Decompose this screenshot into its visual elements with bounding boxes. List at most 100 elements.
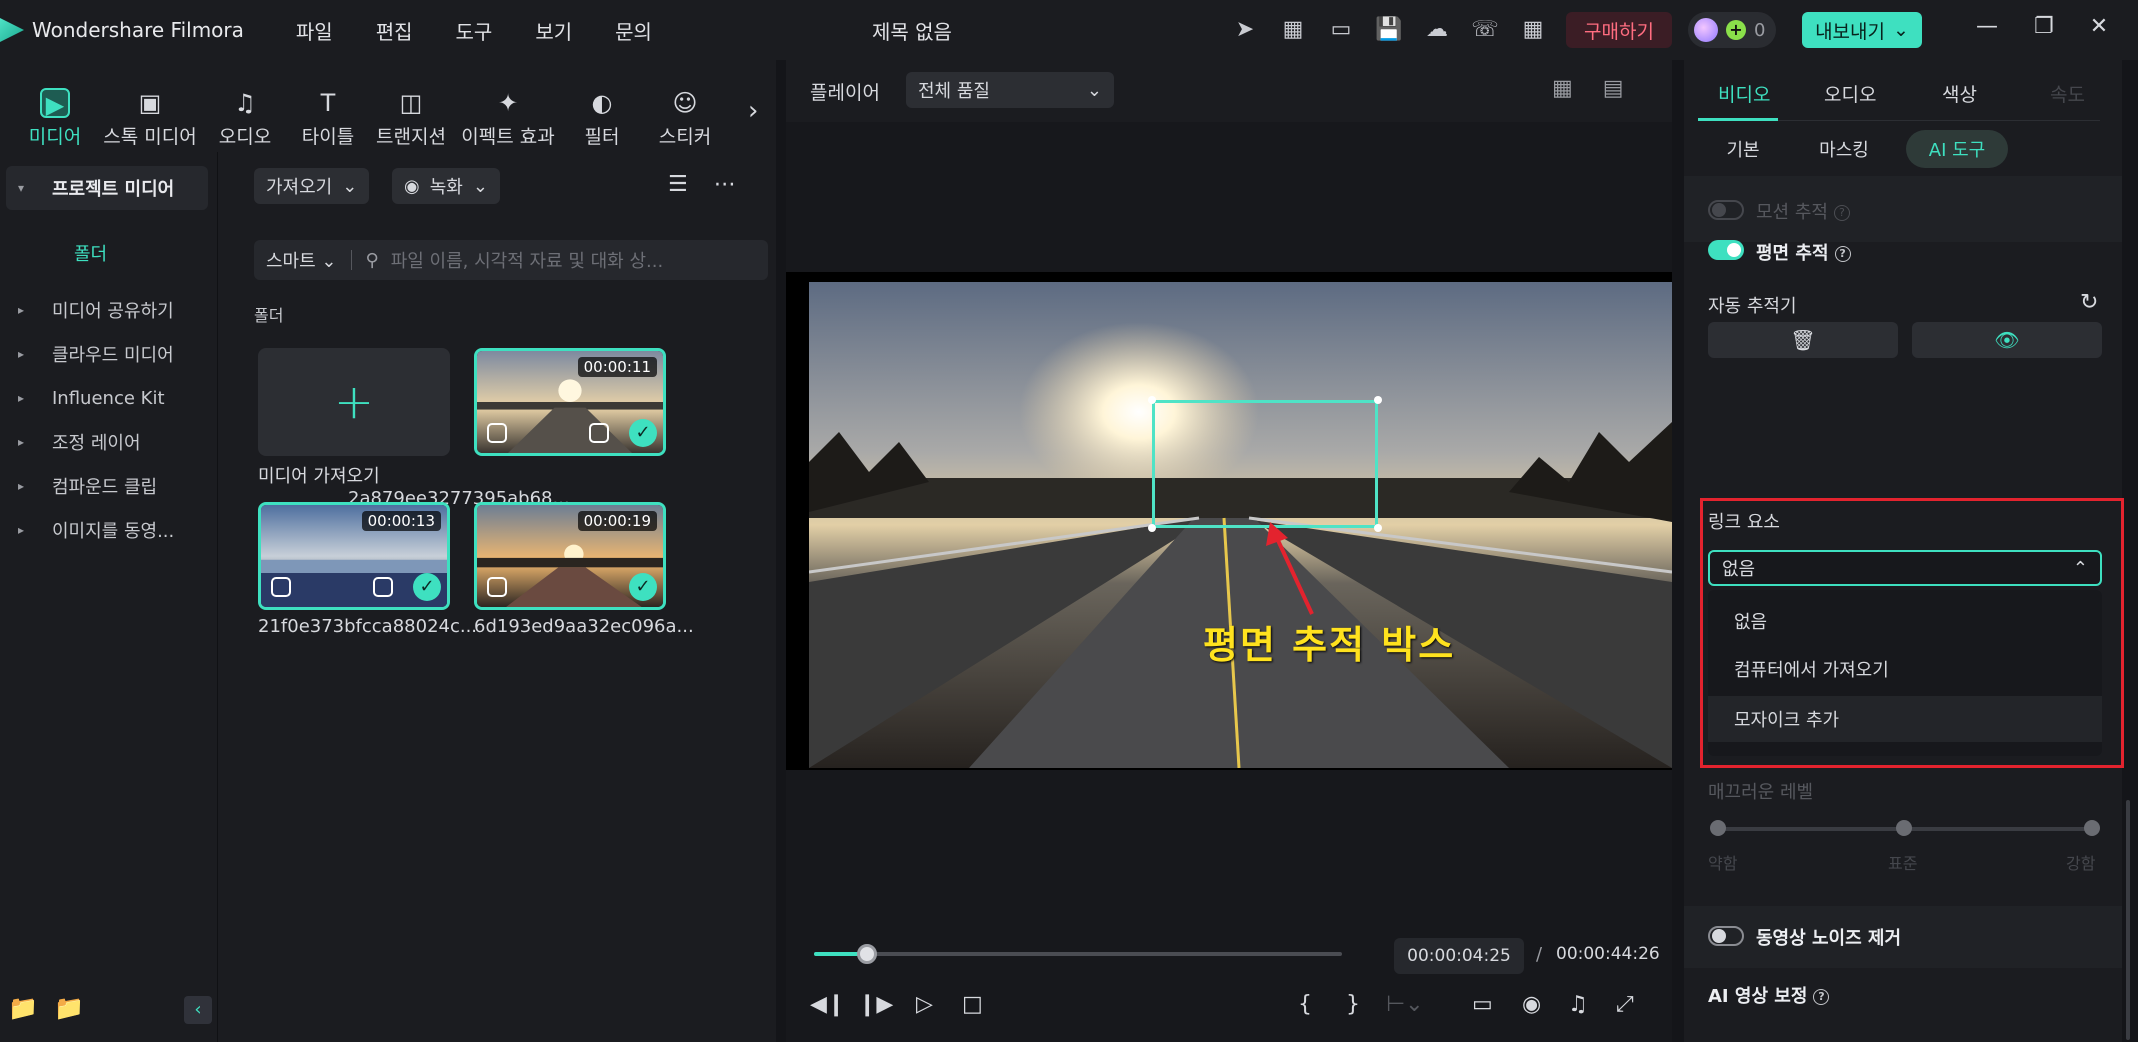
apps-grid-icon[interactable]: ▦ <box>1518 14 1548 44</box>
menu-file[interactable]: 파일 <box>296 16 333 45</box>
tab-transitions[interactable]: ◫ 트랜지션 <box>374 88 448 149</box>
tracking-corner-handle[interactable] <box>1374 524 1382 532</box>
tab-speed[interactable]: 속도 <box>2050 80 2085 107</box>
step-forward-icon[interactable]: ❙▶ <box>858 992 893 1017</box>
tracking-corner-handle[interactable] <box>1148 396 1156 404</box>
credits-badge[interactable]: + 0 <box>1688 12 1776 48</box>
help-icon[interactable]: ? <box>1833 205 1850 221</box>
tab-audio[interactable]: 오디오 <box>1824 80 1876 107</box>
sidebar-item-folder[interactable]: 폴더 <box>74 240 107 266</box>
media-clip-thumb[interactable]: 00:00:13 ✓ <box>258 502 450 610</box>
export-button[interactable]: 내보내기 ⌄ <box>1802 12 1922 48</box>
motion-tracking-toggle[interactable] <box>1708 200 1744 220</box>
cloud-upload-icon[interactable]: ☁ <box>1422 14 1452 44</box>
preview-tracking-button[interactable]: 👁 <box>1912 322 2102 358</box>
minimize-icon[interactable]: — <box>1976 14 1998 39</box>
tab-video[interactable]: 비디오 <box>1718 80 1770 107</box>
dropdown-option-import-from-computer[interactable]: 컴퓨터에서 가져오기 <box>1708 646 2102 692</box>
subtab-basic[interactable]: 기본 <box>1712 130 1774 168</box>
collapse-sidebar-icon[interactable]: ‹ <box>184 996 212 1024</box>
current-timecode[interactable]: 00:00:04:25 <box>1394 938 1524 974</box>
progress-handle[interactable] <box>857 944 877 964</box>
save-icon[interactable]: 💾 <box>1374 14 1404 44</box>
sidebar-item-cloud-media[interactable]: ▸ 클라우드 미디어 <box>6 332 208 376</box>
chevron-right-icon[interactable]: › <box>748 96 758 126</box>
remove-folder-icon[interactable]: 📁 <box>54 994 84 1022</box>
denoise-row: 동영상 노이즈 제거 <box>1684 906 2122 968</box>
media-clip-thumb[interactable]: 00:00:19 ✓ <box>474 502 666 610</box>
sidebar-item-image-to-video[interactable]: ▸ 이미지를 동영... <box>6 508 208 552</box>
help-icon[interactable]: ? <box>1834 246 1851 262</box>
progress-track[interactable] <box>814 952 1342 956</box>
tab-color[interactable]: 색상 <box>1942 80 1977 107</box>
restore-icon[interactable]: ❐ <box>2034 14 2054 39</box>
tab-media[interactable]: ▶ 미디어 <box>28 88 82 149</box>
planar-tracking-box[interactable] <box>1152 400 1378 528</box>
layout-icon[interactable]: ▭ <box>1326 14 1356 44</box>
menu-tools[interactable]: 도구 <box>456 16 493 45</box>
fullscreen-icon[interactable]: ⤢ <box>1616 992 1634 1017</box>
help-icon[interactable]: ? <box>1813 989 1830 1005</box>
smart-search-dropdown[interactable]: 스마트 ⌄ <box>266 247 337 273</box>
sidebar-item-compound-clip[interactable]: ▸ 컴파운드 클립 <box>6 464 208 508</box>
denoise-toggle[interactable] <box>1708 926 1744 946</box>
chevron-down-icon: ⌄ <box>1086 79 1102 101</box>
chevron-up-icon: ⌃ <box>2072 557 2088 579</box>
sidebar-item-adjustment-layer[interactable]: ▸ 조정 레이어 <box>6 420 208 464</box>
notes-icon[interactable]: ▦ <box>1278 14 1308 44</box>
menu-help[interactable]: 문의 <box>615 16 652 45</box>
import-media-tile[interactable]: + <box>258 348 450 456</box>
menu-view[interactable]: 보기 <box>535 16 572 45</box>
tab-stock-media[interactable]: ▣ 스톡 미디어 <box>102 88 198 149</box>
record-dropdown[interactable]: ◉ 녹화 ⌄ <box>392 168 500 204</box>
stop-icon[interactable]: □ <box>962 992 983 1017</box>
sidebar-item-influence-kit[interactable]: ▸ Influence Kit <box>6 376 208 420</box>
media-icon: ▶ <box>40 88 70 119</box>
import-dropdown[interactable]: 가져오기 ⌄ <box>254 168 370 204</box>
delete-tracking-button[interactable]: 🗑 <box>1708 322 1898 358</box>
headset-icon[interactable]: ☏ <box>1470 14 1500 44</box>
slider-stop[interactable] <box>1896 820 1912 836</box>
media-clip-thumb[interactable]: 00:00:11 ✓ <box>474 348 666 456</box>
planar-tracking-toggle[interactable] <box>1708 240 1744 260</box>
grid-view-icon[interactable]: ▦ <box>1552 76 1573 101</box>
mark-out-icon[interactable]: } <box>1346 992 1360 1017</box>
tab-stickers[interactable]: ☺ 스티커 <box>658 88 712 149</box>
search-bar[interactable]: 스마트 ⌄ ⚲ 파일 이름, 시각적 자료 및 대화 상... <box>254 240 768 280</box>
tab-titles[interactable]: T 타이틀 <box>300 88 356 149</box>
volume-icon[interactable]: ♫ <box>1568 992 1588 1017</box>
close-icon[interactable]: ✕ <box>2090 14 2108 39</box>
tab-filters[interactable]: ◐ 필터 <box>580 88 624 149</box>
filter-sort-icon[interactable]: ☰ <box>668 172 688 197</box>
new-folder-icon[interactable]: 📁 <box>8 994 38 1022</box>
quality-dropdown[interactable]: 전체 품질 ⌄ <box>906 72 1114 108</box>
properties-scrollbar[interactable] <box>2122 60 2138 1042</box>
send-icon[interactable]: ➤ <box>1230 14 1260 44</box>
menu-edit[interactable]: 편집 <box>376 16 413 45</box>
slider-stop[interactable] <box>2084 820 2100 836</box>
reset-icon[interactable]: ↻ <box>2080 290 2098 315</box>
slider-stop[interactable] <box>1710 820 1726 836</box>
sidebar-item-project-media[interactable]: ▾ 프로젝트 미디어 <box>6 166 208 210</box>
dropdown-option-add-mosaic[interactable]: 모자이크 추가 <box>1708 696 2102 742</box>
tab-audio[interactable]: ♫ 오디오 <box>218 88 272 149</box>
link-element-dropdown[interactable]: 없음 ⌃ <box>1708 550 2102 586</box>
display-settings-icon[interactable]: ▭ <box>1472 992 1493 1017</box>
play-icon[interactable]: ▷ <box>916 992 933 1017</box>
tracking-corner-handle[interactable] <box>1148 524 1156 532</box>
image-icon[interactable]: ▤ <box>1603 76 1624 101</box>
tracking-corner-handle[interactable] <box>1374 396 1382 404</box>
search-input[interactable]: 파일 이름, 시각적 자료 및 대화 상... <box>391 247 664 273</box>
more-options-icon[interactable]: ⋯ <box>714 172 736 197</box>
check-icon: ✓ <box>413 573 441 601</box>
dropdown-option-none[interactable]: 없음 <box>1708 598 2102 644</box>
sidebar-item-shared-media[interactable]: ▸ 미디어 공유하기 <box>6 288 208 332</box>
snapshot-icon[interactable]: ◉ <box>1522 992 1541 1017</box>
tab-effects[interactable]: ✦ 이펙트 효과 <box>460 88 556 149</box>
buy-button[interactable]: 구매하기 <box>1566 12 1672 48</box>
mark-in-icon[interactable]: { <box>1298 992 1312 1017</box>
step-back-icon[interactable]: ◀❙ <box>810 992 845 1017</box>
subtab-masking[interactable]: 마스킹 <box>1800 130 1888 168</box>
subtab-ai-tools[interactable]: AI 도구 <box>1906 130 2008 168</box>
insert-icon[interactable]: ⊢⌄ <box>1386 992 1424 1017</box>
